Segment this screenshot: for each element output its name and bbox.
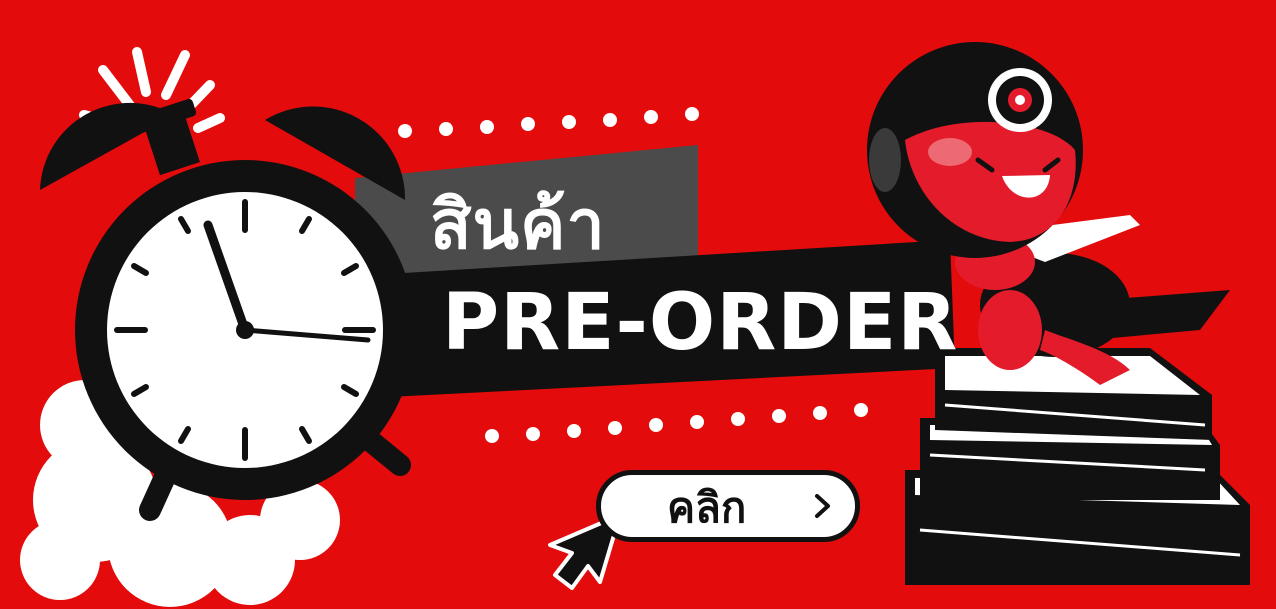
click-button[interactable]: คลิก	[596, 470, 860, 542]
preorder-banner: สินค้า PRE-ORDER คลิก	[0, 0, 1276, 609]
dotted-line-bottom	[485, 403, 868, 443]
title-thai: สินค้า	[430, 186, 606, 265]
click-button-label: คลิก	[667, 483, 747, 532]
chevron-right-icon	[815, 494, 830, 518]
dotted-line-top	[398, 107, 699, 138]
book-stack	[905, 348, 1250, 585]
title-preorder: PRE-ORDER	[442, 278, 959, 368]
